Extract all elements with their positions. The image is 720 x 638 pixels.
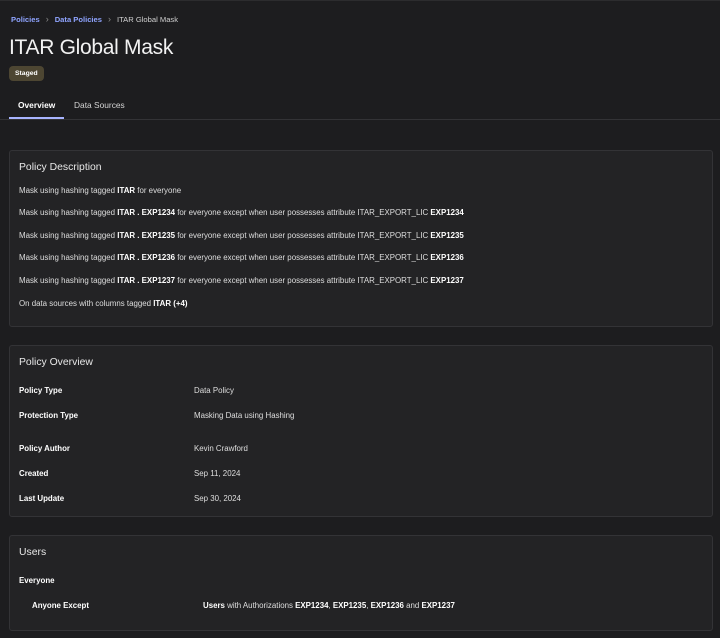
policy-overview-card: Policy Overview Policy Type Data Policy …: [9, 345, 713, 517]
data-sources-summary: On data sources with columns tagged ITAR…: [19, 299, 188, 308]
created-value: Sep 11, 2024: [194, 469, 241, 478]
chevron-right-icon: ›: [107, 14, 111, 24]
tab-overview[interactable]: Overview: [18, 100, 55, 110]
protection-type-label: Protection Type: [19, 411, 79, 420]
policy-description-card: Policy Description Mask using hashing ta…: [9, 150, 713, 327]
policy-author-value: Kevin Crawford: [194, 444, 248, 453]
card-title: Policy Description: [19, 162, 102, 173]
users-card: Users Everyone Anyone Except Users with …: [9, 535, 713, 631]
policy-type-label: Policy Type: [19, 386, 63, 395]
active-tab-indicator: [9, 117, 64, 119]
tab-bar: Overview Data Sources: [0, 93, 720, 120]
breadcrumb: Policies › Data Policies › ITAR Global M…: [11, 14, 179, 25]
last-update-label: Last Update: [19, 494, 65, 503]
breadcrumb-policies-link[interactable]: Policies: [11, 15, 40, 24]
chevron-right-icon: ›: [45, 14, 49, 24]
tab-data-sources[interactable]: Data Sources: [74, 100, 125, 110]
policy-author-label: Policy Author: [19, 444, 70, 453]
status-badge: Staged: [9, 66, 44, 81]
description-line: Mask using hashing tagged ITAR for every…: [19, 186, 182, 195]
users-exception-rule: Users with Authorizations EXP1234, EXP12…: [203, 601, 455, 610]
last-update-value: Sep 30, 2024: [194, 494, 241, 503]
card-title: Users: [19, 547, 47, 558]
everyone-label: Everyone: [19, 576, 55, 585]
created-label: Created: [19, 469, 49, 478]
page-title: ITAR Global Mask: [9, 36, 174, 59]
card-title: Policy Overview: [19, 357, 93, 368]
protection-type-value: Masking Data using Hashing: [194, 411, 295, 420]
more-tags-count[interactable]: (+4): [173, 299, 187, 308]
top-border: [0, 0, 720, 1]
policy-type-value: Data Policy: [194, 386, 234, 395]
description-rule: Mask using hashing tagged ITAR . EXP1237…: [19, 276, 464, 285]
description-rule: Mask using hashing tagged ITAR . EXP1236…: [19, 253, 464, 262]
description-rule: Mask using hashing tagged ITAR . EXP1235…: [19, 231, 464, 240]
breadcrumb-data-policies-link[interactable]: Data Policies: [55, 15, 102, 24]
breadcrumb-current: ITAR Global Mask: [116, 15, 179, 24]
anyone-except-label: Anyone Except: [32, 601, 90, 610]
description-rule: Mask using hashing tagged ITAR . EXP1234…: [19, 208, 464, 217]
